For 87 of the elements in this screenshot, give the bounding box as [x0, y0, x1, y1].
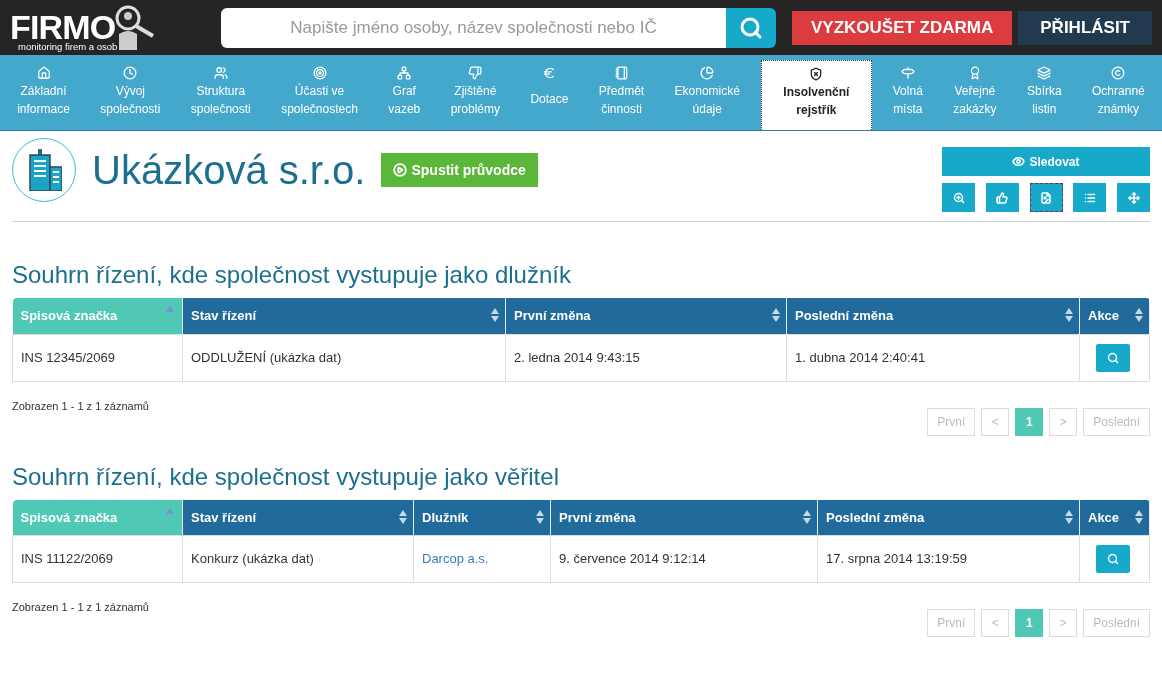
follow-button[interactable]: Sledovat [942, 147, 1150, 176]
table-cell: ODDLUŽENÍ (ukázka dat) [182, 334, 506, 381]
building-icon [26, 149, 62, 191]
thumbs-down-icon [468, 66, 483, 80]
euro-icon [542, 66, 557, 80]
nav-tab[interactable]: Účasti ve společnostech [265, 60, 374, 130]
list-icon [1083, 191, 1096, 204]
logo-tagline: monitoring firem a osob [18, 42, 118, 52]
thumbs-up-icon [996, 191, 1009, 204]
records-info: Zobrazen 1 - 1 z 1 záznamů [12, 398, 149, 414]
table-cell: 2. ledna 2014 9:43:15 [505, 334, 787, 381]
column-header[interactable]: Dlužník [413, 499, 551, 536]
house-icon [36, 66, 51, 80]
clock-icon [123, 66, 138, 80]
sort-ascending-icon [166, 306, 174, 312]
nav-tab[interactable]: Základní informace [2, 60, 86, 130]
column-header[interactable]: Spisová značka [12, 298, 183, 334]
move-icon [1127, 191, 1140, 204]
sort-icon [1065, 509, 1073, 524]
nav-tab[interactable]: Insolvenční rejstřík [761, 60, 872, 130]
pie-chart-icon [700, 66, 715, 80]
logo[interactable]: FIRMO [10, 10, 118, 44]
nav-tab[interactable]: Sbírka listin [1011, 60, 1077, 130]
nav-tab[interactable]: Veřejné zakázky [938, 60, 1012, 130]
table-cell: Konkurz (ukázka dat) [182, 535, 414, 583]
search-button[interactable] [726, 7, 776, 48]
nav-tab[interactable]: Struktura společnosti [175, 60, 266, 130]
layers-icon [1037, 66, 1052, 80]
page-button[interactable]: 1 [1015, 609, 1044, 637]
image-file-icon [1040, 191, 1052, 204]
copyright-icon [1111, 66, 1126, 80]
sort-icon [1135, 308, 1143, 322]
debtor-link[interactable]: Darcop a.s. [422, 551, 489, 567]
column-header[interactable]: Poslední změna [817, 499, 1080, 536]
zoom-in-icon [952, 191, 965, 204]
records-info: Zobrazen 1 - 1 z 1 záznamů [12, 600, 149, 615]
nav-tab[interactable]: Ekonomické údaje [659, 60, 756, 130]
nav-tab[interactable]: Zjištěné problémy [435, 60, 516, 130]
notebook-icon [614, 66, 629, 80]
login-button[interactable]: PŘIHLÁSIT [1018, 10, 1152, 45]
column-header[interactable]: Poslední změna [786, 298, 1080, 334]
column-header[interactable]: První změna [550, 499, 818, 536]
eye-icon [1012, 155, 1026, 168]
play-icon [393, 163, 408, 177]
search-icon [739, 15, 763, 40]
sort-icon [399, 509, 407, 524]
company-name: Ukázková s.r.o. [92, 147, 366, 194]
table-cell: 1. dubna 2014 2:40:41 [786, 334, 1080, 381]
nav-tab[interactable]: Ochranné známky [1076, 60, 1160, 130]
nav-tab[interactable]: Graf vazeb [373, 60, 436, 130]
column-header[interactable]: První změna [505, 298, 787, 334]
nav-tab[interactable]: Vývoj společnosti [85, 60, 176, 130]
view-button[interactable] [1096, 343, 1130, 372]
target-icon [312, 66, 327, 80]
column-header[interactable]: Akce [1079, 499, 1150, 536]
table-cell: INS 11122/2069 [12, 535, 183, 583]
table-cell: INS 12345/2069 [12, 334, 183, 381]
trial-button[interactable]: VYZKOUŠET ZDARMA [792, 10, 1013, 45]
search-icon [1107, 351, 1119, 364]
section-title: Souhrn řízení, kde společnost vystupuje jako dlužník [12, 260, 572, 290]
sort-icon [1065, 308, 1073, 322]
table-cell: 17. srpna 2014 13:19:59 [817, 535, 1080, 583]
section-title: Souhrn řízení, kde společnost vystupuje jako věřitel [12, 461, 560, 492]
shield-icon [809, 67, 824, 81]
sort-icon [772, 308, 780, 322]
tool-button[interactable] [1029, 183, 1063, 212]
sort-ascending-icon [166, 507, 174, 514]
signpost-icon [900, 66, 915, 80]
guide-button[interactable]: Spustit průvodce [381, 153, 538, 187]
column-header[interactable]: Stav řízení [182, 499, 414, 536]
search-field[interactable]: Napište jméno osoby, název společnosti nebo IČ [221, 7, 726, 48]
sort-icon [803, 509, 811, 524]
column-header[interactable]: Spisová značka [12, 499, 183, 536]
nav-tab[interactable]: Dotace [515, 60, 584, 130]
view-button[interactable] [1096, 545, 1130, 573]
hierarchy-icon [397, 66, 412, 80]
page-button[interactable]: 1 [1015, 407, 1044, 436]
column-header[interactable]: Stav řízení [182, 298, 506, 334]
sort-icon [536, 509, 544, 524]
column-header[interactable]: Akce [1079, 298, 1150, 334]
nav-tab[interactable]: Volná místa [877, 60, 938, 130]
table-cell: 9. července 2014 9:12:14 [550, 535, 818, 583]
search-icon [1107, 553, 1119, 565]
people-icon [213, 66, 228, 80]
sort-icon [491, 308, 499, 322]
nav-tab[interactable]: Předmět činnosti [583, 60, 660, 130]
sort-icon [1135, 509, 1143, 524]
